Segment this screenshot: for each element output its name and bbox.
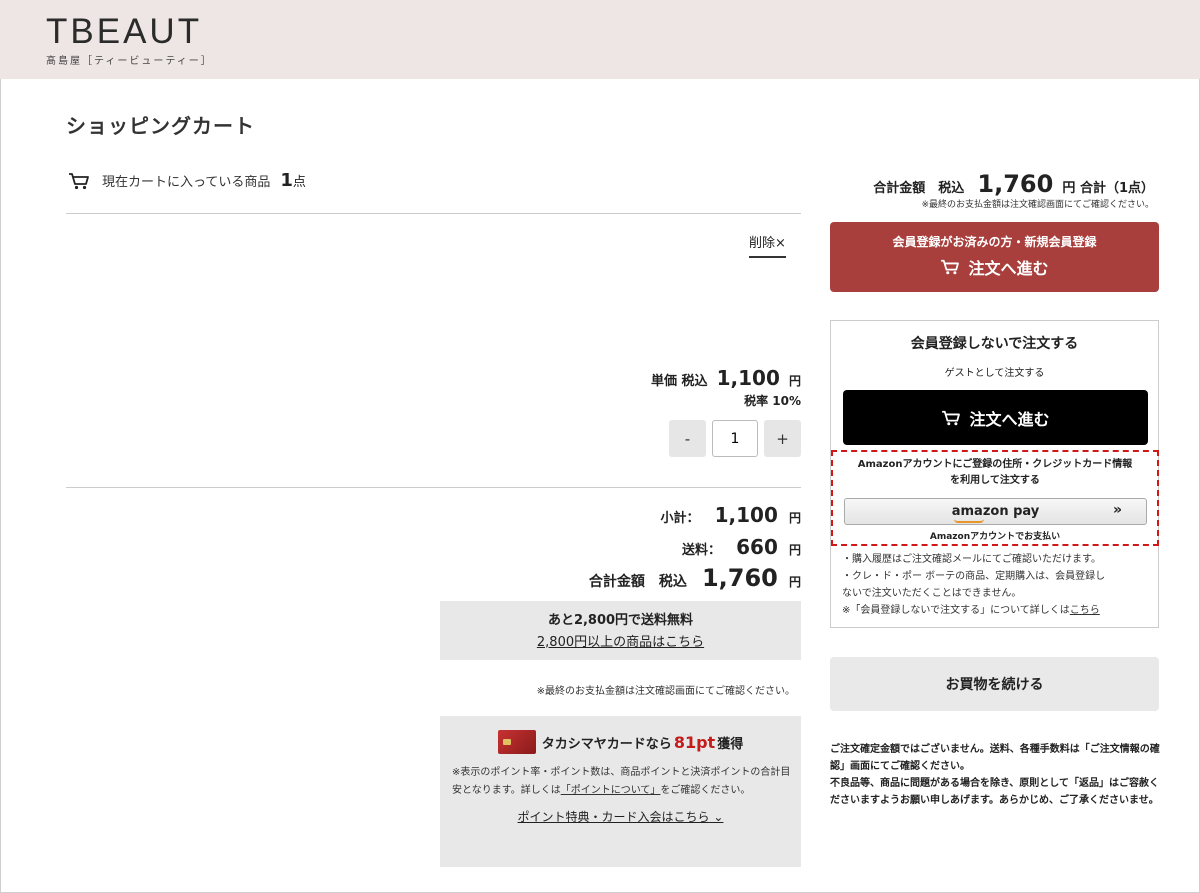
guest-checkout-label: 注文へ進む: [969, 409, 1050, 429]
chevron-down-icon: ⌄: [709, 810, 724, 824]
guest-details-link[interactable]: こちら: [1070, 605, 1100, 616]
side-total-suffix: 円 合計（1点）: [1062, 181, 1154, 196]
guest-note-1: ・購入履歴はご注文確認メールにてご確認いただけます。: [842, 554, 1101, 565]
side-total-note: ※最終のお支払金額は注文確認画面にてご確認ください。: [921, 200, 1154, 210]
unit-price-value: 1,100: [716, 366, 780, 390]
amazon-pay-caption: Amazonアカウントでお支払い: [929, 532, 1061, 542]
side-total-label: 合計金額 税込: [873, 181, 965, 196]
cart-count: 現在カートに入っている商品 1 点: [68, 170, 306, 191]
guest-note-3: ないで注文いただくことはできません。: [842, 588, 1022, 599]
subtotal-label: 小計：: [660, 511, 700, 526]
tax-rate: 税率 10%: [744, 394, 801, 408]
amazon-pay-desc-line-2: を利用して注文する: [950, 475, 1040, 486]
amazon-pay-logo: amazon pay: [951, 504, 1040, 523]
amazon-pay-description: Amazonアカウントにご登録の住所・クレジットカード情報 を利用して注文する: [833, 457, 1157, 489]
delete-item-button[interactable]: 削除×: [749, 232, 786, 258]
member-checkout-label-row: 注文へ進む: [830, 255, 1159, 279]
free-shipping-banner: あと2,800円で送料無料 2,800円以上の商品はこちら: [440, 601, 801, 660]
points-info-link[interactable]: 「ポイントについて」: [561, 785, 661, 796]
quantity-stepper: - +: [669, 420, 801, 457]
points-description: ※表示のポイント率・ポイント数は、商品ポイントと決済ポイントの合計目安となります…: [450, 764, 791, 800]
bottom-note-2: 不良品等、商品に問題がある場合を除き、原則として「返品」はご容赦くださいますよう…: [830, 778, 1159, 806]
total-value: 1,760: [701, 564, 778, 592]
guest-note-2: ・クレ・ド・ポー ボーテの商品、定期購入は、会員登録し: [842, 571, 1106, 582]
logo-wordmark: TBEAUT: [46, 12, 203, 51]
member-checkout-label: 注文へ進む: [968, 259, 1049, 278]
shipping-label: 送料：: [682, 543, 722, 558]
amazon-pay-logo-text: amazon pay: [951, 504, 1040, 519]
guest-checkout-panel: 会員登録しないで注文する ゲストとして注文する 注文へ進む Amazonアカウン…: [830, 320, 1159, 628]
points-headline-pre: タカシマヤカードなら: [541, 736, 672, 752]
shipping-row: 送料： 660 円: [682, 535, 801, 559]
divider: [66, 213, 801, 214]
quantity-input[interactable]: [712, 420, 758, 457]
subtotal-value: 1,100: [714, 503, 778, 527]
member-checkout-caption: 会員登録がお済みの方・新規会員登録: [892, 235, 1097, 249]
cart-icon: [942, 410, 961, 425]
guest-note-4-row: ※「会員登録しないで注文する」について詳しくはこちら: [842, 602, 1105, 619]
unit-price: 単価 税込 1,100 円: [651, 366, 801, 390]
bottom-note-1: ご注文確定金額ではございません。送料、各種手数料は「ご注文情報の確認」画面にてご…: [830, 744, 1160, 772]
points-card-link[interactable]: ポイント特典・カード入会はこちら ⌄: [450, 808, 791, 825]
page-title: ショッピングカート: [66, 114, 255, 138]
total-label: 合計金額 税込: [588, 574, 687, 590]
guest-checkout-button[interactable]: 注文へ進む: [843, 390, 1148, 445]
side-total-value: 1,760: [977, 170, 1054, 198]
shipping-value: 660: [736, 535, 778, 559]
amazon-pay-button[interactable]: amazon pay »: [844, 498, 1147, 525]
amazon-pay-desc-line-1: Amazonアカウントにご登録の住所・クレジットカード情報: [857, 459, 1133, 470]
cart-count-label: 現在カートに入っている商品: [102, 175, 271, 190]
points-card-link-label: ポイント特典・カード入会はこちら: [517, 810, 710, 824]
subtotal-yen: 円: [788, 511, 801, 525]
points-headline-post: 獲得: [717, 736, 744, 752]
member-checkout-button[interactable]: 会員登録がお済みの方・新規会員登録 注文へ進む: [830, 222, 1159, 292]
cart-icon: [941, 259, 960, 275]
bottom-note: ご注文確定金額ではございません。送料、各種手数料は「ご注文情報の確認」画面にてご…: [830, 741, 1160, 809]
quantity-increase-button[interactable]: +: [764, 420, 801, 457]
total-row: 合計金額 税込 1,760 円: [589, 564, 801, 592]
total-yen: 円: [788, 575, 801, 589]
site-header: TBEAUT 髙島屋［ティービューティー］: [0, 0, 1200, 79]
points-desc-text-2: をご確認ください。: [660, 785, 751, 796]
free-shipping-link[interactable]: 2,800円以上の商品はこちら: [440, 631, 801, 650]
shipping-yen: 円: [788, 543, 801, 557]
double-chevron-right-icon: »: [1112, 502, 1122, 518]
guest-checkout-subtitle: ゲストとして注文する: [944, 368, 1045, 379]
amazon-smile-icon: [953, 519, 984, 523]
unit-price-yen: 円: [788, 374, 801, 388]
cart-count-number: 1: [280, 170, 293, 191]
logo-subtitle: 髙島屋［ティービューティー］: [46, 56, 213, 67]
quantity-decrease-button[interactable]: -: [669, 420, 706, 457]
site-logo[interactable]: TBEAUT 髙島屋［ティービューティー］: [46, 12, 213, 68]
unit-price-label: 単価 税込: [651, 374, 708, 389]
divider: [66, 487, 801, 488]
free-shipping-text: あと2,800円で送料無料: [547, 613, 694, 628]
points-banner: タカシマヤカードなら 81pt 獲得 ※表示のポイント率・ポイント数は、商品ポイ…: [440, 716, 801, 867]
final-amount-note: ※最終のお支払金額は注文確認画面にてご確認ください。: [536, 686, 795, 697]
continue-shopping-button[interactable]: お買物を続ける: [830, 657, 1159, 711]
guest-checkout-title: 会員登録しないで注文する: [910, 336, 1079, 352]
cart-icon: [69, 172, 89, 189]
subtotal-row: 小計： 1,100 円: [661, 503, 801, 527]
side-total: 合計金額 税込 1,760 円 合計（1点）: [873, 170, 1154, 198]
guest-checkout-notes: ・購入履歴はご注文確認メールにてご確認いただけます。 ・クレ・ド・ポー ボーテの…: [842, 551, 1105, 619]
credit-card-icon: [497, 730, 536, 754]
cart-count-unit: 点: [292, 175, 306, 190]
points-headline: タカシマヤカードなら 81pt 獲得: [450, 730, 791, 754]
guest-note-4: ※「会員登録しないで注文する」について詳しくは: [842, 605, 1070, 616]
amazon-pay-section: Amazonアカウントにご登録の住所・クレジットカード情報 を利用して注文する …: [831, 450, 1159, 546]
points-value: 81pt: [673, 732, 716, 752]
